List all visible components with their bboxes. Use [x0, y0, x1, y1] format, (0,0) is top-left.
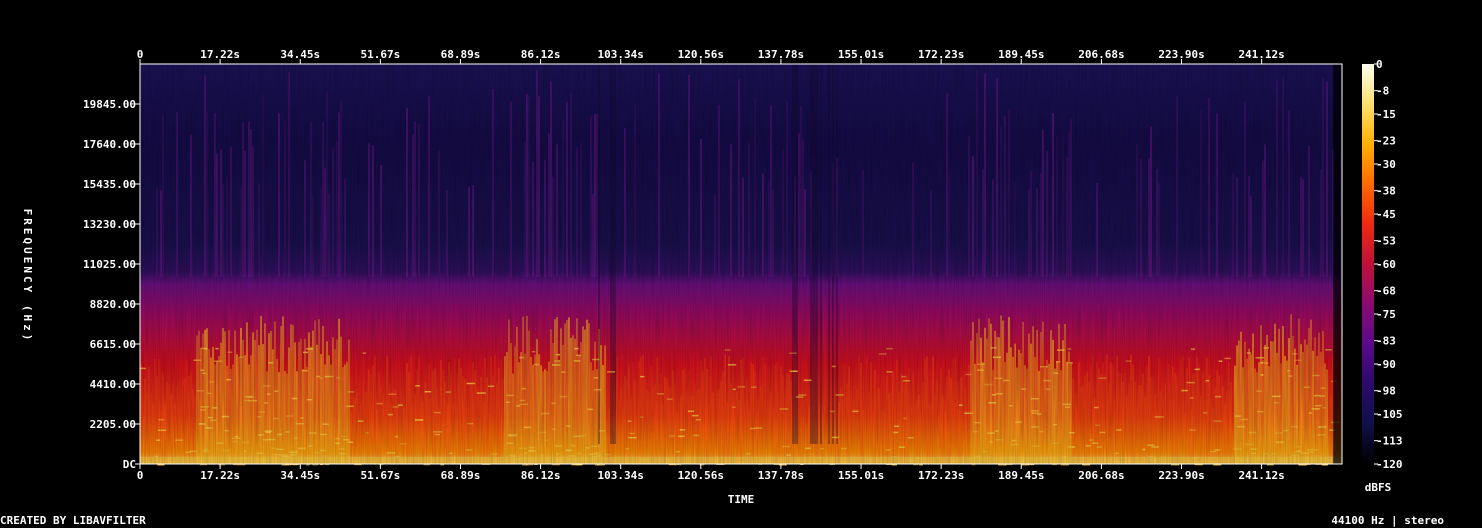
y-tick-label: 11025.00: [83, 258, 136, 271]
colorbar-tick-label: -45: [1376, 208, 1396, 221]
x-tick-label-top: 155.01s: [838, 48, 884, 61]
colorbar-tick-label: -30: [1376, 158, 1396, 171]
x-tick-label-top: 120.56s: [678, 48, 724, 61]
y-tick-label: 4410.00: [90, 378, 136, 391]
x-tick-label-bottom: 223.90s: [1158, 469, 1204, 482]
x-tick-label-top: 241.12s: [1238, 48, 1284, 61]
x-tick-label-bottom: 206.68s: [1078, 469, 1124, 482]
colorbar-tick-label: -113: [1376, 435, 1403, 448]
x-tick-label-bottom: 68.89s: [441, 469, 481, 482]
footer-sample-info: 44100 Hz | stereo: [1331, 514, 1444, 527]
y-tick-label: 13230.00: [83, 218, 136, 231]
colorbar-tick-label: -60: [1376, 258, 1396, 271]
x-tick-label-bottom: 137.78s: [758, 469, 804, 482]
colorbar-tick-label: -15: [1376, 108, 1396, 121]
y-tick-label: 6615.00: [90, 338, 136, 351]
y-tick-label: 19845.00: [83, 98, 136, 111]
x-tick-label-top: 86.12s: [521, 48, 561, 61]
x-tick-label-top: 172.23s: [918, 48, 964, 61]
x-tick-label-bottom: 34.45s: [280, 469, 320, 482]
y-tick-label: 2205.00: [90, 418, 136, 431]
spectrogram-plot: [139, 63, 1343, 466]
x-tick-label-top: 68.89s: [441, 48, 481, 61]
footer-credit: CREATED BY LIBAVFILTER: [0, 514, 146, 527]
x-tick-label-bottom: 103.34s: [598, 469, 644, 482]
x-tick-label-top: 137.78s: [758, 48, 804, 61]
x-tick-label-bottom: 189.45s: [998, 469, 1044, 482]
x-tick-label-bottom: 0: [137, 469, 144, 482]
spectrogram-noise: [140, 64, 1342, 464]
x-axis-label: TIME: [728, 493, 755, 506]
x-tick-label-top: 223.90s: [1158, 48, 1204, 61]
colorbar-tick-label: -98: [1376, 385, 1396, 398]
colorbar-label: dBFS: [1365, 481, 1392, 494]
x-tick-label-top: 206.68s: [1078, 48, 1124, 61]
colorbar-tick-label: -90: [1376, 358, 1396, 371]
colorbar-tick-label: -38: [1376, 185, 1396, 198]
y-tick-label: DC: [123, 458, 136, 471]
x-tick-label-top: 103.34s: [598, 48, 644, 61]
colorbar-ticks: 0 -8 -15 -23 -30 -38 -45 -53 -60 -68 -75 -83 -90 -98 -…: [1374, 58, 1403, 471]
x-tick-label-top: 0: [137, 48, 144, 61]
colorbar-tick-label: 0: [1376, 58, 1383, 71]
x-ticks-bottom: 0 17.22s 34.45s 51.67s 68.89s 86.12s 103.34s 12…: [137, 464, 1285, 482]
colorbar: 0 -8 -15 -23 -30 -38 -45 -53 -60 -68 -75 -83 -90 -98 -…: [1362, 58, 1403, 471]
x-tick-label-bottom: 172.23s: [918, 469, 964, 482]
colorbar-tick-label: -105: [1376, 408, 1403, 421]
colorbar-tick-label: -75: [1376, 308, 1396, 321]
colorbar-tick-label: -120: [1376, 458, 1403, 471]
x-tick-label-top: 51.67s: [360, 48, 400, 61]
x-tick-label-bottom: 17.22s: [200, 469, 240, 482]
x-tick-label-top: 189.45s: [998, 48, 1044, 61]
x-tick-label-bottom: 51.67s: [360, 469, 400, 482]
x-tick-label-bottom: 120.56s: [678, 469, 724, 482]
x-tick-label-bottom: 86.12s: [521, 469, 561, 482]
y-ticks: DC 2205.00 4410.00 6615.00 8820.00 11025.00 13…: [83, 98, 140, 471]
colorbar-tick-label: -23: [1376, 135, 1396, 148]
y-tick-label: 17640.00: [83, 138, 136, 151]
spectrogram-figure: TIME FREQUENCY (Hz) dBFS 0 17.22s 34.45s 51…: [21, 48, 1403, 506]
x-ticks-top: 0 17.22s 34.45s 51.67s 68.89s 86.12s 103.34s 12…: [137, 48, 1285, 64]
colorbar-tick-label: -83: [1376, 335, 1396, 348]
x-tick-label-bottom: 155.01s: [838, 469, 884, 482]
x-tick-label-top: 17.22s: [200, 48, 240, 61]
x-tick-label-top: 34.45s: [280, 48, 320, 61]
colorbar-tick-label: -53: [1376, 235, 1396, 248]
colorbar-strip: [1362, 64, 1374, 464]
y-tick-label: 8820.00: [90, 298, 136, 311]
y-axis-label: FREQUENCY (Hz): [21, 209, 34, 344]
colorbar-tick-label: -8: [1376, 85, 1389, 98]
y-tick-label: 15435.00: [83, 178, 136, 191]
x-tick-label-bottom: 241.12s: [1238, 469, 1284, 482]
colorbar-tick-label: -68: [1376, 285, 1396, 298]
